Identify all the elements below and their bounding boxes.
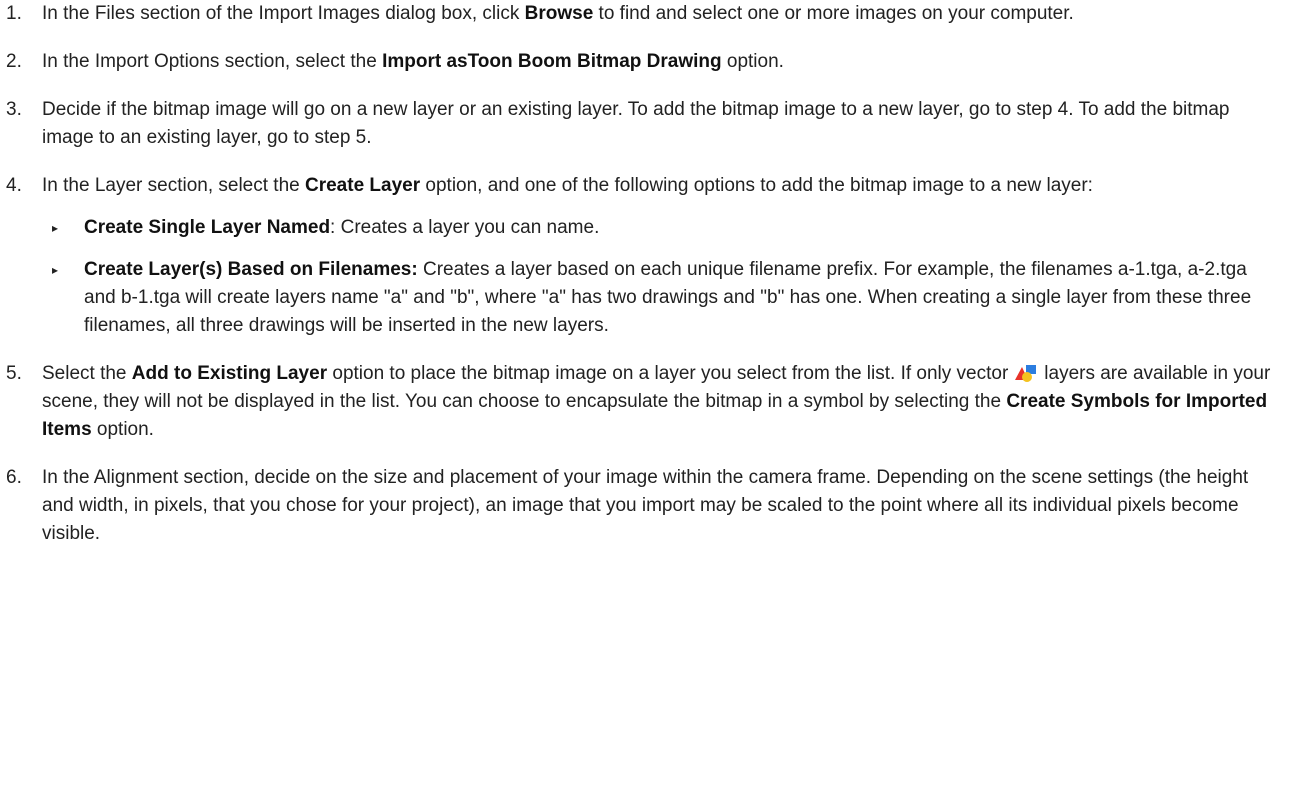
step-text: Select the Add to Existing Layer option …: [42, 360, 1272, 444]
step-number: 1.: [6, 3, 22, 24]
step-2: 2. In the Import Options section, select …: [0, 48, 1272, 76]
list-item: ▸ Create Layer(s) Based on Filenames: Cre…: [42, 256, 1272, 340]
step-number: 6.: [6, 467, 22, 488]
list-item: ▸ Create Single Layer Named: Creates a la…: [42, 214, 1272, 242]
step-text: Decide if the bitmap image will go on a …: [42, 96, 1272, 152]
bullet-arrow-icon: ▸: [52, 221, 59, 235]
document: 1. In the Files section of the Import Ima…: [0, 0, 1289, 568]
bold-term: Create Layer: [305, 175, 421, 196]
step-1: 1. In the Files section of the Import Ima…: [0, 0, 1272, 28]
bold-term: Import asToon Boom Bitmap Drawing: [382, 51, 722, 72]
step-number: 3.: [6, 99, 22, 120]
step-6: 6. In the Alignment section, decide on th…: [0, 464, 1272, 548]
step-4: 4. In the Layer section, select the Creat…: [0, 172, 1272, 340]
step-number: 5.: [6, 363, 22, 384]
step-text: In the Import Options section, select th…: [42, 48, 1272, 76]
vector-layer-icon: [1015, 365, 1037, 382]
text-run: option.: [91, 419, 154, 440]
step-3: 3. Decide if the bitmap image will go on …: [0, 96, 1272, 152]
step-text: In the Files section of the Import Image…: [42, 0, 1272, 28]
step-number: 4.: [6, 175, 22, 196]
option-list: ▸ Create Single Layer Named: Creates a la…: [42, 214, 1272, 340]
text-run: option, and one of the following options…: [420, 175, 1093, 196]
text-run: option to place the bitmap image on a la…: [327, 363, 1009, 384]
bold-term: Browse: [524, 3, 594, 24]
step-number: 2.: [6, 51, 22, 72]
text-run: In the Layer section, select the: [42, 175, 305, 196]
text-run: Decide if the bitmap image will go on a …: [42, 99, 1230, 148]
text-run: option.: [721, 51, 784, 72]
bold-term: Create Single Layer Named: [84, 217, 331, 238]
bullet-arrow-icon: ▸: [52, 263, 59, 277]
text-run: : Creates a layer you can name.: [330, 217, 600, 238]
bold-term: Add to Existing Layer: [131, 363, 328, 384]
bold-term: Create Layer(s) Based on Filenames:: [84, 259, 418, 280]
text-run: to find and select one or more images on…: [593, 3, 1074, 24]
step-text: In the Alignment section, decide on the …: [42, 464, 1272, 548]
step-text: In the Layer section, select the Create …: [42, 172, 1272, 200]
text-run: Select the: [42, 363, 132, 384]
text-run: In the Alignment section, decide on the …: [42, 467, 1249, 544]
text-run: In the Import Options section, select th…: [42, 51, 383, 72]
step-5: 5. Select the Add to Existing Layer optio…: [0, 360, 1272, 444]
text-run: In the Files section of the Import Image…: [42, 3, 525, 24]
